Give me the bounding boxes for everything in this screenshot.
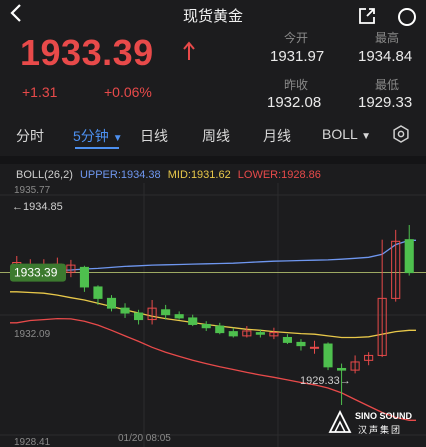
quote-panel: 1933.39 +1.31 +0.06% 今开 1931.97 最高 1934.…	[0, 28, 426, 120]
candle-body	[174, 314, 184, 319]
low-label: 最低	[375, 78, 400, 92]
period-tabs: 分时 5分钟 ▼ 日线 周线 月线 BOLL ▼	[0, 120, 426, 150]
candle-body	[134, 312, 144, 321]
search-icon[interactable]	[396, 6, 418, 28]
tab-weekly[interactable]: 周线	[202, 126, 230, 146]
candle-body	[188, 317, 198, 325]
low-marker-label: 1929.33→	[300, 375, 351, 387]
candle-body	[79, 266, 89, 288]
tab-timeshare[interactable]: 分时	[16, 126, 44, 146]
candle-body	[337, 367, 347, 371]
y-axis-top-label: 1935.77	[14, 185, 51, 196]
candle-body	[120, 307, 130, 314]
candle-body	[106, 297, 117, 309]
boll-legend-name: BOLL(26,2)	[16, 169, 73, 181]
x-axis-time-label: 01/20 08:05	[118, 433, 171, 444]
top-bar: 现货黄金	[0, 0, 426, 28]
prev-close-value: 1932.08	[267, 94, 322, 111]
candle-body	[215, 325, 225, 334]
current-price-tag-label: 1933.39	[14, 266, 58, 280]
boll-legend-upper: UPPER:1934.38	[79, 169, 161, 181]
dropdown-caret-icon: ▼	[361, 131, 372, 142]
candle-body	[282, 337, 292, 343]
price-change: +1.31	[22, 84, 58, 100]
y-axis-bottom-label: 1928.41	[14, 437, 51, 447]
candle-body	[93, 286, 103, 299]
prev-close-label: 昨收	[284, 78, 309, 92]
tab-daily[interactable]: 日线	[140, 126, 168, 146]
tab-monthly[interactable]: 月线	[263, 126, 291, 146]
share-icon[interactable]	[357, 6, 377, 26]
tab-indicator[interactable]: BOLL ▼	[322, 126, 371, 142]
boll-legend-mid: MID:1931.62	[167, 169, 231, 181]
candle-body	[296, 341, 306, 347]
tab-5min-label: 5分钟	[73, 128, 109, 144]
current-price: 1933.39	[20, 32, 154, 73]
candle-body	[161, 309, 171, 316]
candle-body	[309, 346, 320, 349]
indicator-label: BOLL	[322, 126, 358, 142]
section-divider	[0, 156, 426, 164]
high-label: 最高	[375, 31, 400, 45]
brand-name-cn: 汉声集团	[358, 425, 403, 435]
candle-body	[323, 343, 333, 368]
dropdown-caret-icon: ▼	[112, 133, 123, 144]
low-value: 1929.33	[358, 94, 413, 111]
arrow-up-icon	[183, 41, 195, 60]
high-marker-label: ←1934.85	[12, 201, 63, 213]
brand-name: SINO SOUND	[355, 411, 413, 421]
price-change-percent: +0.06%	[104, 84, 152, 100]
candle-body	[228, 331, 238, 337]
boll-legend: BOLL(26,2) UPPER:1934.38 MID:1931.62 LOW…	[16, 169, 325, 181]
open-value: 1931.97	[270, 48, 325, 65]
settings-gear-icon[interactable]	[392, 125, 410, 143]
candle-body	[201, 323, 211, 329]
high-value: 1934.84	[358, 48, 413, 65]
open-label: 今开	[284, 31, 309, 45]
candle-body	[404, 239, 414, 274]
boll-legend-lower: LOWER:1928.86	[237, 169, 321, 181]
y-axis-mid-label: 1932.09	[14, 329, 51, 340]
candle-body	[255, 332, 265, 335]
tab-5min[interactable]: 5分钟 ▼	[73, 126, 123, 146]
candlestick-chart[interactable]: 1935.77 1932.09 1928.41 1933.39 ←1934.85 1929…	[0, 183, 426, 447]
active-tab-indicator	[75, 147, 119, 149]
